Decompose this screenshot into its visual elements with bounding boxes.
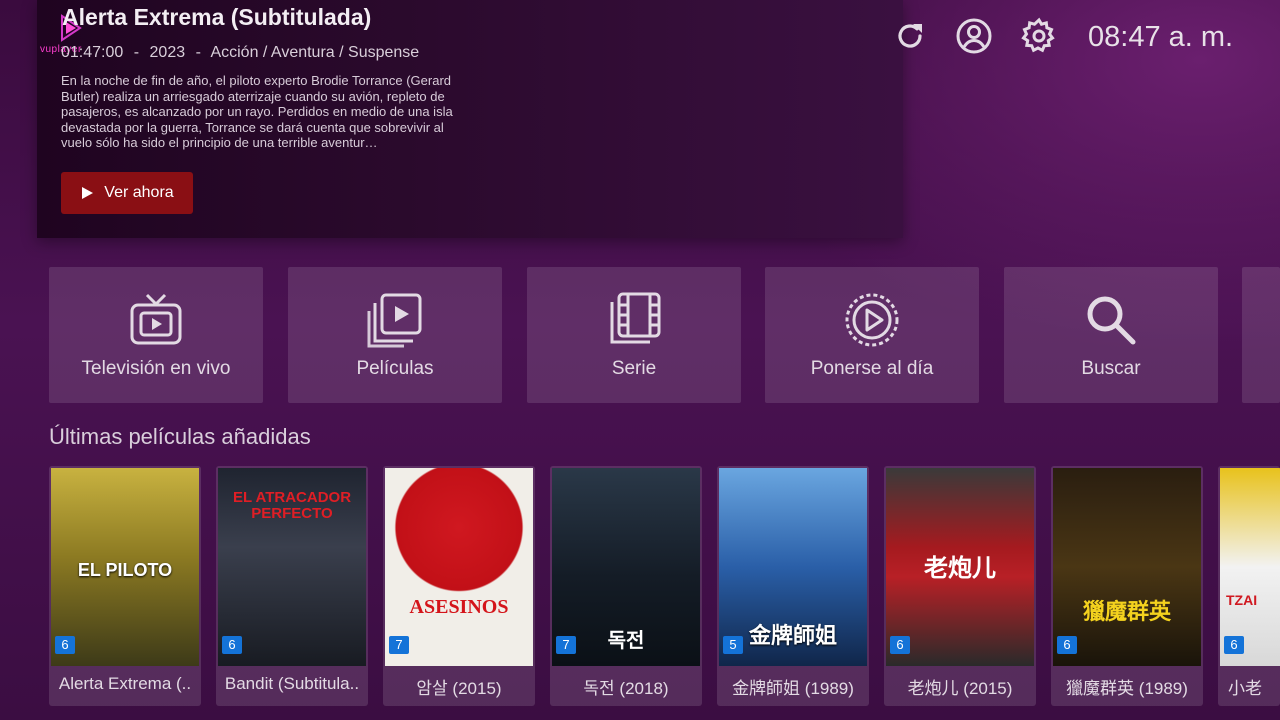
movies-icon: [367, 293, 422, 348]
rating-badge: 6: [55, 636, 75, 654]
rating-badge: 5: [723, 636, 743, 654]
poster-title: EL PILOTO: [77, 560, 173, 580]
tile-search[interactable]: Buscar: [1004, 267, 1218, 403]
section-title: Últimas películas añadidas: [49, 424, 311, 449]
movie-title: Alerta Extrema (..: [58, 674, 192, 693]
hero-duration: 01:47:00: [61, 44, 124, 61]
search-icon: [1087, 296, 1136, 345]
movie-title: 암살 (2015): [416, 679, 502, 698]
rating-badge: 6: [1224, 636, 1244, 654]
refresh-icon[interactable]: [891, 17, 929, 55]
tile-label: Ponerse al día: [810, 358, 934, 379]
rating-badge: 7: [389, 636, 409, 654]
play-icon: [82, 187, 94, 199]
tile-label: Películas: [356, 358, 434, 379]
poster-title: 老炮儿: [924, 555, 996, 582]
movie-card[interactable]: TZAI 6 小老: [1218, 466, 1280, 706]
settings-icon[interactable]: [1020, 17, 1058, 55]
tile-live-tv[interactable]: Televisión en vivo: [49, 267, 263, 403]
clock: 08:47 a. m.: [1088, 21, 1234, 53]
tile-movies[interactable]: Películas: [288, 267, 502, 403]
series-icon: [610, 292, 661, 344]
hero-title: Alerta Extrema (Subtitulada): [62, 4, 372, 30]
hero-year: 2023: [149, 44, 186, 61]
movie-title: Bandit (Subtitula..: [224, 674, 360, 693]
watch-now-label: Ver ahora: [104, 184, 174, 201]
movie-title: 老炮儿 (2015): [907, 679, 1013, 698]
tile-label: Serie: [611, 358, 657, 379]
movie-card[interactable]: 金牌師姐 5 金牌師姐 (1989): [717, 466, 869, 706]
tile-label: Televisión en vivo: [81, 358, 231, 379]
movie-card[interactable]: 老炮儿 6 老炮儿 (2015): [884, 466, 1036, 706]
movie-card[interactable]: 독전 7 독전 (2018): [550, 466, 702, 706]
hero-genres: Acción / Aventura / Suspense: [210, 44, 420, 61]
movie-card[interactable]: 獵魔群英 6 獵魔群英 (1989): [1051, 466, 1203, 706]
tile-series[interactable]: Serie: [527, 267, 741, 403]
poster-title: TZAI: [1226, 592, 1258, 608]
tile-partial[interactable]: [1242, 267, 1280, 403]
rating-badge: 6: [890, 636, 910, 654]
poster-title: EL ATRACADOR PERFECTO: [232, 489, 352, 522]
rating-badge: 6: [1057, 636, 1077, 654]
movie-title: 小老: [1228, 679, 1262, 698]
catchup-icon: [845, 293, 899, 347]
rating-badge: 7: [556, 636, 576, 654]
tile-label: Buscar: [1081, 358, 1141, 379]
hero-meta: 01:47:00 - 2023 - Acción / Aventura / Su…: [61, 44, 425, 62]
movie-title: 독전 (2018): [583, 679, 669, 698]
hero-description: En la noche de fin de año, el piloto exp…: [61, 73, 453, 150]
movie-card[interactable]: ASESINOS 7 암살 (2015): [383, 466, 535, 706]
poster-title: 獵魔群英: [1082, 599, 1171, 624]
poster-title: ASESINOS: [409, 596, 509, 618]
tile-catchup[interactable]: Ponerse al día: [765, 267, 979, 403]
meta-separator: -: [133, 44, 140, 61]
rating-badge: 6: [222, 636, 242, 654]
watch-now-button[interactable]: Ver ahora: [61, 172, 193, 214]
tv-icon: [130, 293, 182, 345]
account-icon[interactable]: [955, 17, 993, 55]
movie-title: 獵魔群英 (1989): [1066, 679, 1188, 698]
movie-card[interactable]: EL PILOTO 6 Alerta Extrema (..: [49, 466, 201, 706]
movie-card[interactable]: EL ATRACADOR PERFECTO 6 Bandit (Subtitul…: [216, 466, 368, 706]
meta-separator: -: [195, 44, 201, 61]
movie-title: 金牌師姐 (1989): [732, 679, 854, 698]
